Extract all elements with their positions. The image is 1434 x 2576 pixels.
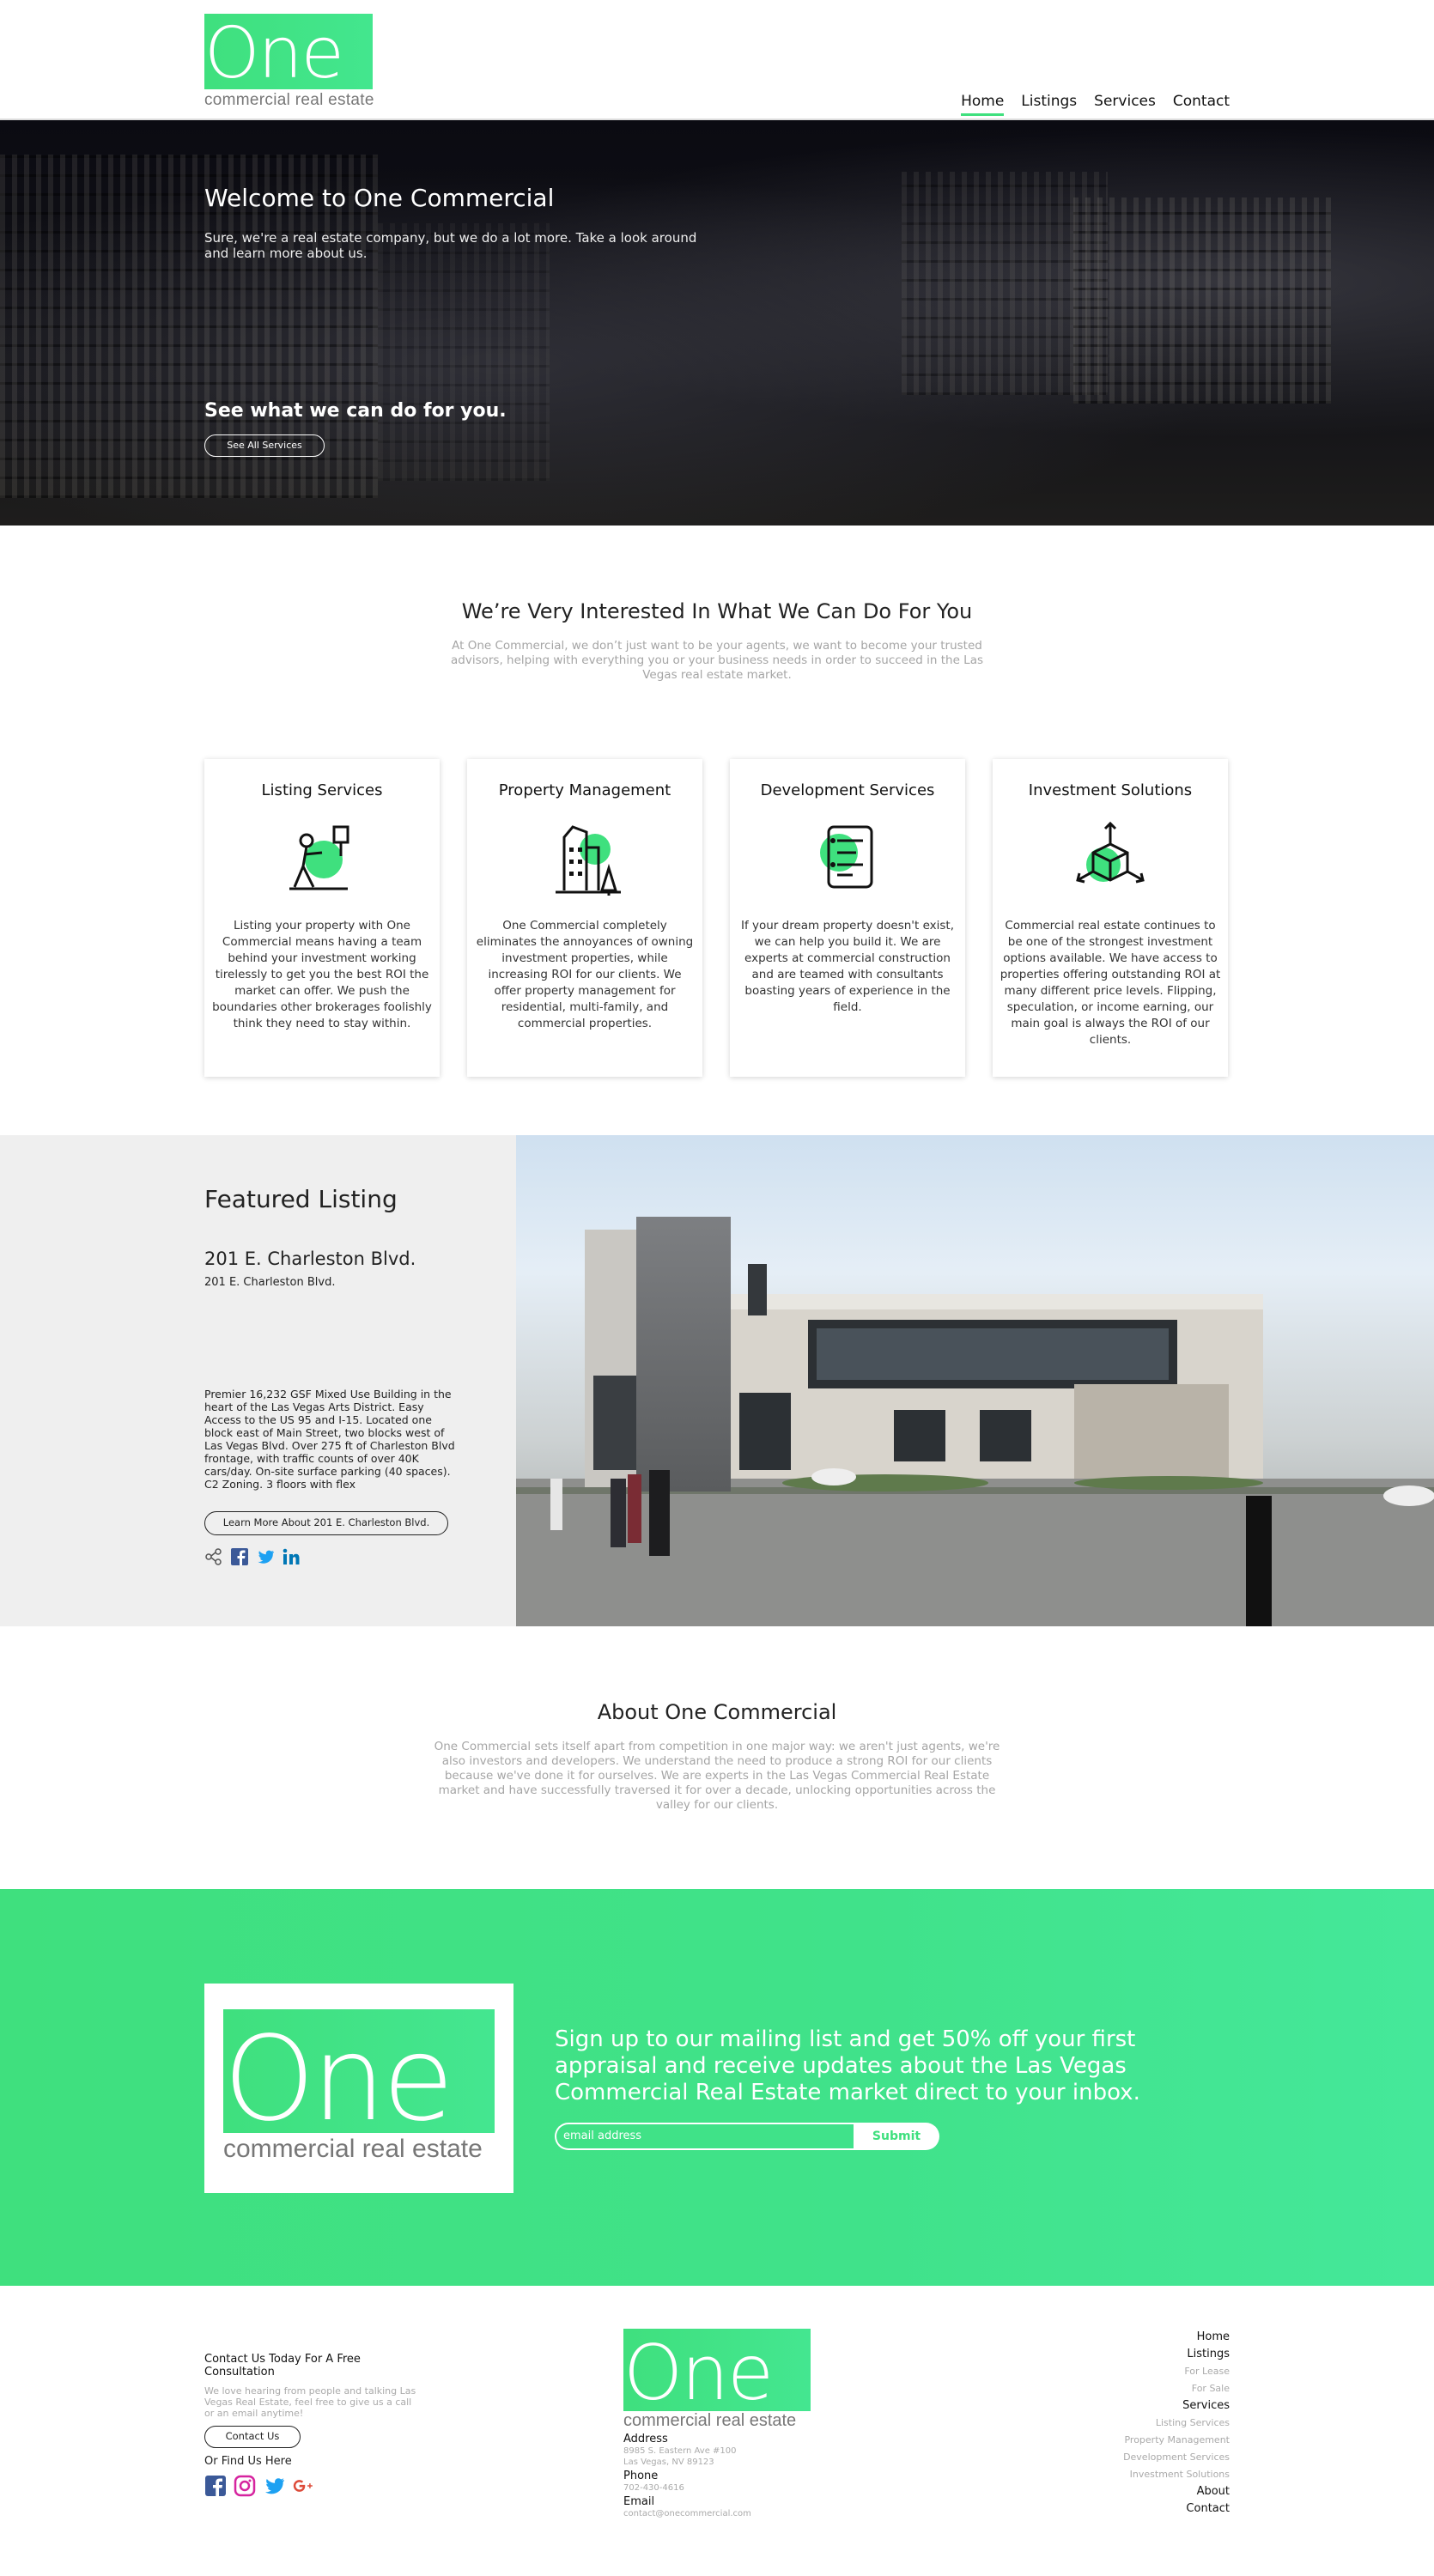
- footer-company-info: One commercial real estate Address 8985 …: [623, 2329, 811, 2519]
- service-title: Listing Services: [261, 781, 383, 799]
- nav-services[interactable]: Services: [1094, 93, 1156, 116]
- featured-listing-info: Featured Listing 201 E. Charleston Blvd.…: [0, 1135, 516, 1626]
- person-with-sign-icon: [279, 818, 365, 896]
- address-line-2: Las Vegas, NV 89123: [623, 2458, 714, 2467]
- footer-link-development-services[interactable]: Development Services: [1123, 2449, 1230, 2466]
- nav-home[interactable]: Home: [961, 93, 1005, 116]
- footer-link-for-lease[interactable]: For Lease: [1123, 2363, 1230, 2380]
- instagram-icon[interactable]: [234, 2475, 256, 2497]
- blueprint-icon: [805, 818, 890, 896]
- footer-link-listing-services[interactable]: Listing Services: [1123, 2415, 1230, 2432]
- intro-title: We’re Very Interested In What We Can Do …: [461, 599, 973, 623]
- signup-logo-tagline: commercial real estate: [223, 2135, 483, 2163]
- service-text: If your dream property doesn't exist, we…: [740, 919, 955, 1014]
- service-text: Commercial real estate continues to be o…: [1000, 919, 1221, 1047]
- learn-more-button[interactable]: Learn More About 201 E. Charleston Blvd.: [204, 1511, 448, 1535]
- building-tree-icon: [542, 818, 628, 897]
- footer-contact-title: Contact Us Today For A Free Consultation: [204, 2353, 361, 2379]
- facebook-icon[interactable]: [204, 2475, 227, 2497]
- twitter-icon[interactable]: [263, 2475, 285, 2497]
- featured-listing-photo: [516, 1135, 1434, 1626]
- service-card-development[interactable]: Development Services If your dream prope…: [730, 759, 965, 1077]
- address-label: Address: [623, 2433, 668, 2445]
- footer-link-listings[interactable]: Listings: [1123, 2346, 1230, 2363]
- logo-tagline: commercial real estate: [204, 91, 374, 109]
- google-plus-icon[interactable]: [292, 2475, 314, 2497]
- site-header: One commercial real estate Home Listings…: [0, 0, 1434, 120]
- email-label: Email: [623, 2495, 655, 2508]
- see-all-services-button[interactable]: See All Services: [204, 434, 325, 457]
- hero-title: Welcome to One Commercial: [204, 184, 555, 212]
- cube-arrows-icon: [1067, 818, 1153, 896]
- logo-mark: One: [204, 14, 373, 89]
- service-card-investment[interactable]: Investment Solutions Commercial real est…: [993, 759, 1228, 1077]
- phone-value[interactable]: 702-430-4616: [623, 2482, 811, 2494]
- submit-button[interactable]: Submit: [854, 2123, 939, 2150]
- hero-section: Welcome to One Commercial Sure, we're a …: [0, 120, 1434, 526]
- footer-link-about[interactable]: About: [1123, 2483, 1230, 2500]
- footer-link-property-management[interactable]: Property Management: [1123, 2432, 1230, 2449]
- hero-building-mid: [378, 223, 550, 481]
- featured-heading: Featured Listing: [204, 1185, 398, 1213]
- share-icons: [204, 1547, 301, 1566]
- service-title: Development Services: [760, 781, 935, 799]
- share-icon[interactable]: [204, 1547, 223, 1566]
- twitter-icon[interactable]: [256, 1547, 275, 1566]
- signup-heading: Sign up to our mailing list and get 50% …: [555, 2026, 1140, 2105]
- email-input[interactable]: email address: [555, 2123, 854, 2150]
- email-value[interactable]: contact@onecommercial.com: [623, 2508, 811, 2519]
- service-title: Property Management: [498, 781, 671, 799]
- services-cards: Listing Services Listing your property w…: [204, 759, 1228, 1077]
- logo[interactable]: One commercial real estate: [204, 14, 374, 110]
- newsletter-signup-section: One commercial real estate Sign up to ou…: [0, 1889, 1434, 2286]
- service-text: Listing your property with One Commercia…: [212, 919, 432, 1030]
- footer-contact-text: We love hearing from people and talking …: [204, 2385, 416, 2419]
- footer-logo-word: One: [623, 2329, 774, 2411]
- contact-us-button[interactable]: Contact Us: [204, 2426, 301, 2448]
- address-line-1: 8985 S. Eastern Ave #100: [623, 2446, 737, 2456]
- intro-text: At One Commercial, we don’t just want to…: [450, 639, 984, 682]
- featured-description: Premier 16,232 GSF Mixed Use Building in…: [204, 1388, 455, 1491]
- signup-logo-word: One: [223, 2012, 454, 2133]
- about-title: About One Commercial: [597, 1700, 837, 1724]
- footer-logo-tagline: commercial real estate: [623, 2411, 797, 2430]
- facebook-icon[interactable]: [230, 1547, 249, 1566]
- main-nav: Home Listings Services Contact: [961, 93, 1230, 116]
- footer-link-investment-solutions[interactable]: Investment Solutions: [1123, 2466, 1230, 2483]
- service-text: One Commercial completely eliminates the…: [476, 919, 694, 1030]
- footer-logo[interactable]: One: [623, 2329, 811, 2411]
- hero-text: Sure, we're a real estate company, but w…: [204, 230, 697, 261]
- logo-word: One: [204, 14, 344, 89]
- featured-address: 201 E. Charleston Blvd.: [204, 1276, 336, 1289]
- building-rendering: [516, 1217, 1434, 1626]
- featured-listing-section: Featured Listing 201 E. Charleston Blvd.…: [0, 1135, 1434, 1626]
- service-card-property-management[interactable]: Property Management One Commercial compl…: [467, 759, 702, 1077]
- hero-building-far-right: [1073, 197, 1331, 404]
- hero-cta-heading: See what we can do for you.: [204, 400, 507, 422]
- featured-name: 201 E. Charleston Blvd.: [204, 1249, 416, 1269]
- linkedin-icon[interactable]: [282, 1547, 301, 1566]
- nav-listings[interactable]: Listings: [1021, 93, 1077, 116]
- phone-label: Phone: [623, 2470, 659, 2482]
- about-text: One Commercial sets itself apart from co…: [434, 1740, 1000, 1812]
- footer-contact: Contact Us Today For A Free Consultation…: [204, 2353, 419, 2497]
- signup-logo: One commercial real estate: [204, 1984, 513, 2193]
- find-us-label: Or Find Us Here: [204, 2455, 292, 2468]
- social-links: [204, 2475, 419, 2497]
- footer-link-for-sale[interactable]: For Sale: [1123, 2380, 1230, 2397]
- footer-link-services[interactable]: Services: [1123, 2397, 1230, 2415]
- site-footer: Contact Us Today For A Free Consultation…: [0, 2286, 1434, 2576]
- footer-nav: Home Listings For Lease For Sale Service…: [1123, 2329, 1230, 2518]
- footer-link-home[interactable]: Home: [1123, 2329, 1230, 2346]
- nav-contact[interactable]: Contact: [1173, 93, 1230, 116]
- footer-link-contact[interactable]: Contact: [1123, 2500, 1230, 2518]
- service-card-listing[interactable]: Listing Services Listing your property w…: [204, 759, 440, 1077]
- signup-logo-mark: One: [223, 2009, 495, 2133]
- service-title: Investment Solutions: [1028, 781, 1193, 799]
